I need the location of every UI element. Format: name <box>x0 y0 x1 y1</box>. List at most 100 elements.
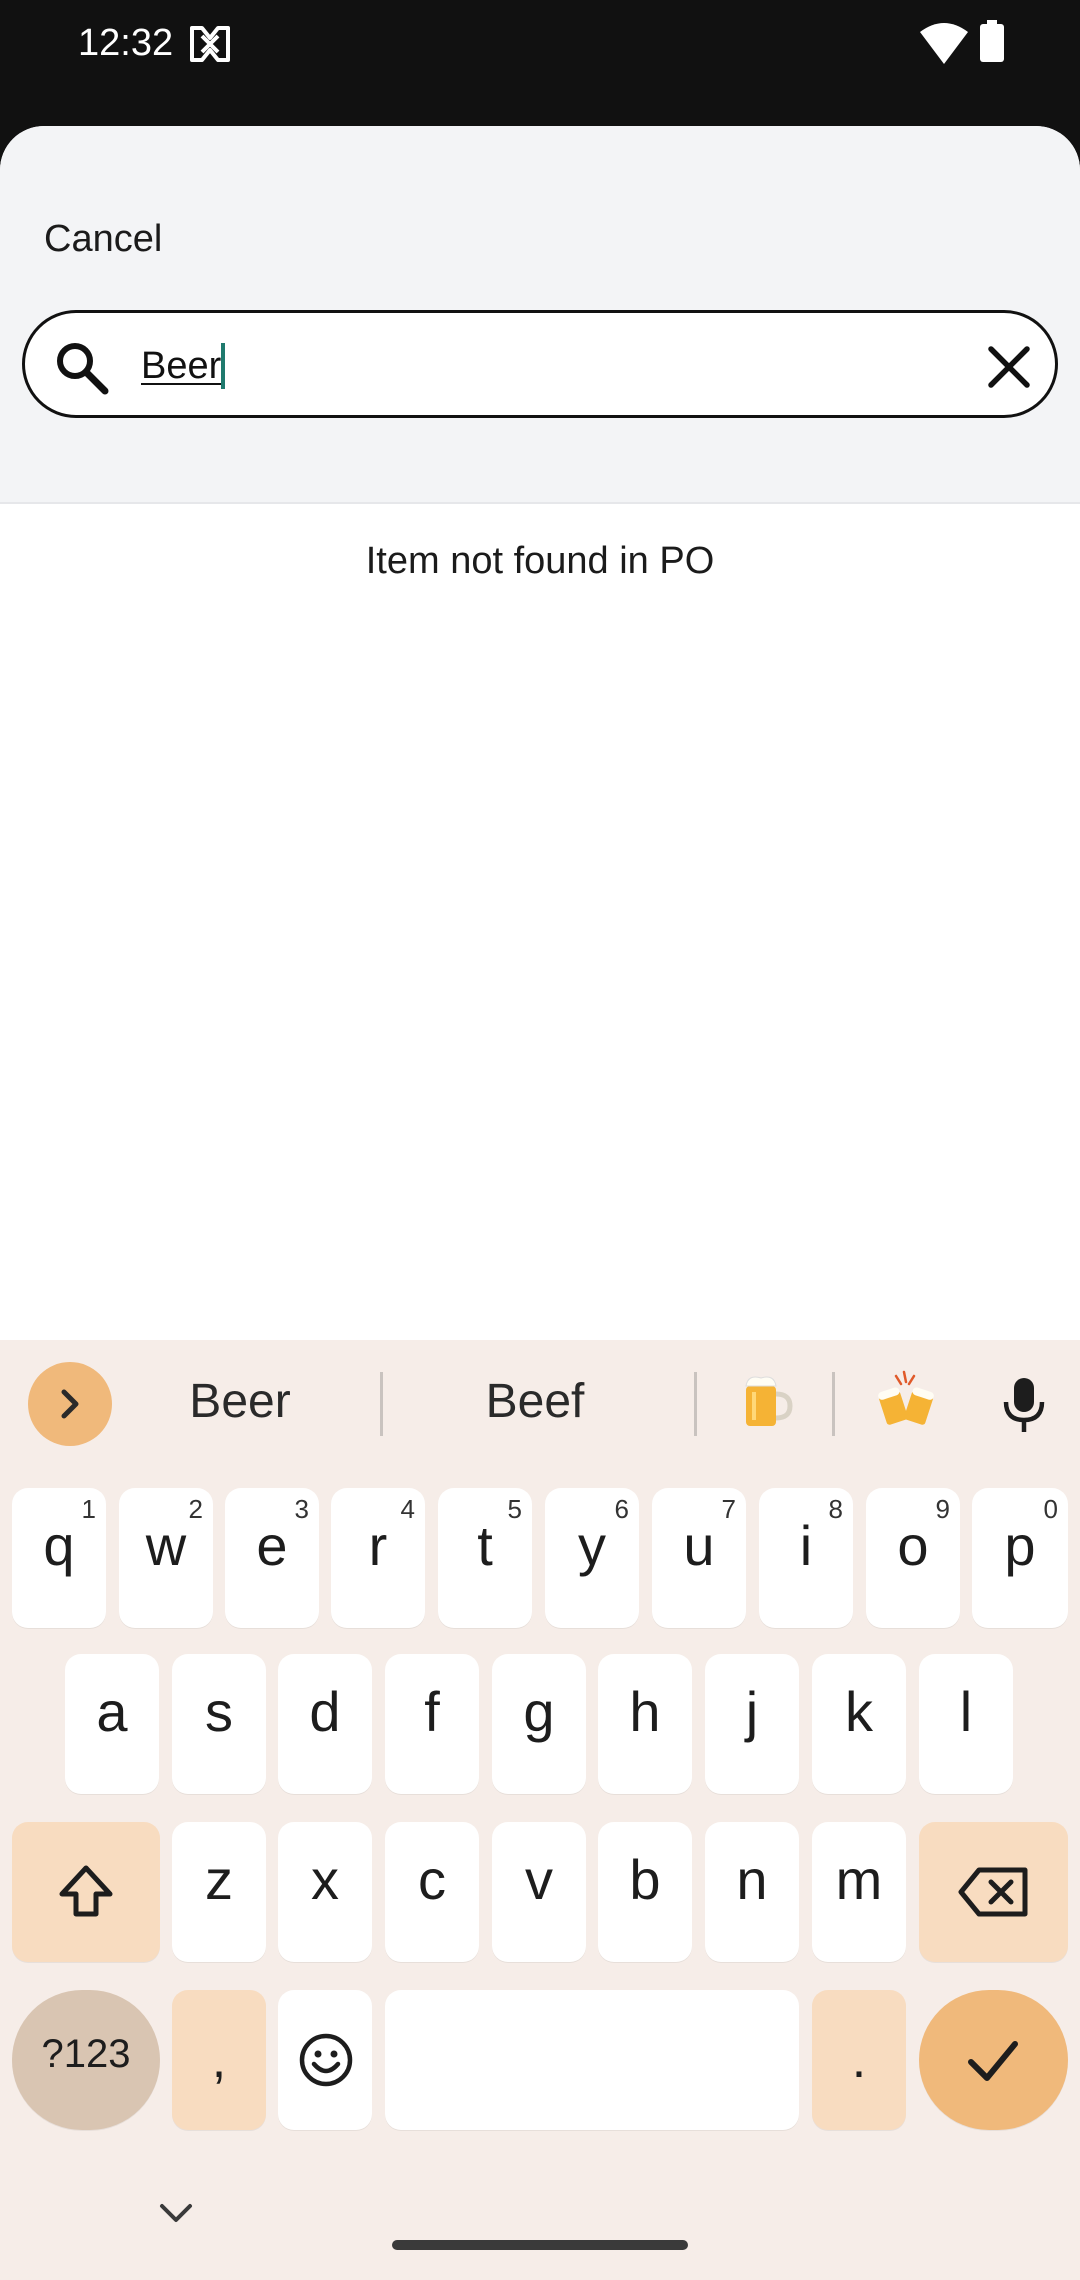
key-label: r <box>368 1514 388 1577</box>
key-s[interactable]: s <box>172 1654 266 1794</box>
key-x[interactable]: x <box>278 1822 372 1962</box>
status-time: 12:32 <box>78 22 174 64</box>
search-icon <box>57 343 109 395</box>
key-y[interactable]: y6 <box>545 1488 639 1628</box>
key-p[interactable]: p0 <box>972 1488 1068 1628</box>
comma-key[interactable]: , <box>172 1990 266 2130</box>
key-label: o <box>897 1514 929 1577</box>
key-r[interactable]: r4 <box>331 1488 425 1628</box>
key-label: a <box>96 1680 128 1743</box>
key-label: c <box>418 1848 446 1911</box>
status-bar: 12:32 <box>0 0 1080 126</box>
clinking-beer-mugs-emoji[interactable] <box>874 1368 938 1432</box>
key-label: d <box>309 1680 341 1743</box>
search-bar[interactable]: Beer <box>22 310 1058 418</box>
search-input[interactable]: Beer <box>141 343 226 389</box>
period-key[interactable]: . <box>812 1990 906 2130</box>
key-o[interactable]: o9 <box>866 1488 960 1628</box>
key-label: y <box>578 1514 606 1577</box>
key-a[interactable]: a <box>65 1654 159 1794</box>
key-z[interactable]: z <box>172 1822 266 1962</box>
key-hint: 0 <box>1043 1494 1058 1524</box>
key-n[interactable]: n <box>705 1822 799 1962</box>
key-label: g <box>523 1680 555 1743</box>
chevron-right-icon <box>61 1389 79 1419</box>
key-e[interactable]: e3 <box>225 1488 319 1628</box>
key-hint: 9 <box>935 1494 950 1524</box>
backspace-key[interactable] <box>919 1822 1068 1962</box>
key-label: v <box>525 1848 553 1911</box>
suggestion-strip: Beer Beef <box>0 1340 1080 1464</box>
key-label: h <box>629 1680 661 1743</box>
key-u[interactable]: u7 <box>652 1488 746 1628</box>
shift-arrow-icon <box>59 1865 113 1917</box>
key-b[interactable]: b <box>598 1822 692 1962</box>
gesture-nav-handle[interactable] <box>392 2240 688 2250</box>
key-v[interactable]: v <box>492 1822 586 1962</box>
hide-keyboard-chevron-icon[interactable] <box>156 2200 196 2226</box>
key-label: b <box>629 1848 661 1911</box>
key-label: u <box>683 1514 715 1577</box>
key-w[interactable]: w2 <box>119 1488 213 1628</box>
beer-mug-emoji[interactable] <box>734 1368 798 1432</box>
key-h[interactable]: h <box>598 1654 692 1794</box>
suggestion-word-2[interactable]: Beef <box>440 1370 630 1434</box>
clear-icon[interactable] <box>981 339 1037 395</box>
done-key[interactable] <box>919 1990 1068 2130</box>
key-j[interactable]: j <box>705 1654 799 1794</box>
key-label: f <box>424 1680 440 1743</box>
emoji-key[interactable] <box>278 1990 372 2130</box>
battery-icon <box>980 20 1004 62</box>
empty-state-message: Item not found in PO <box>365 540 715 582</box>
cancel-button[interactable]: Cancel <box>44 214 162 264</box>
key-hint: 5 <box>507 1494 522 1524</box>
key-m[interactable]: m <box>812 1822 906 1962</box>
key-c[interactable]: c <box>385 1822 479 1962</box>
key-label: m <box>835 1848 883 1911</box>
text-cursor <box>221 343 226 389</box>
checkmark-icon <box>968 2041 1018 2081</box>
key-q[interactable]: q1 <box>12 1488 106 1628</box>
expand-toolbar-button[interactable] <box>28 1362 112 1446</box>
key-hint: 4 <box>400 1494 415 1524</box>
symbols-key[interactable]: ?123 <box>12 1990 160 2130</box>
key-label: l <box>959 1680 973 1743</box>
space-bar[interactable] <box>385 1990 799 2130</box>
key-label: e <box>256 1514 288 1577</box>
key-label: . <box>851 2031 867 2089</box>
sheet-header: Cancel Beer <box>0 126 1080 504</box>
key-g[interactable]: g <box>492 1654 586 1794</box>
key-label: s <box>205 1680 233 1743</box>
shift-key[interactable] <box>12 1822 160 1962</box>
key-label: n <box>736 1848 768 1911</box>
soft-keyboard: Beer Beef q1 w2 e3 r4 t5 y6 u7 i8 o 9 p … <box>0 1340 1080 2280</box>
key-k[interactable]: k <box>812 1654 906 1794</box>
key-hint: 2 <box>188 1494 203 1524</box>
key-hint: 3 <box>294 1494 309 1524</box>
backspace-icon <box>958 1867 1028 1917</box>
key-i[interactable]: i8 <box>759 1488 853 1628</box>
search-sheet: Cancel Beer Item not found in PO <box>0 126 1080 1340</box>
key-label: , <box>211 2031 227 2089</box>
key-label: p <box>1004 1514 1036 1577</box>
key-t[interactable]: t5 <box>438 1488 532 1628</box>
suggestion-divider <box>832 1372 835 1436</box>
key-label: w <box>145 1514 187 1577</box>
microphone-icon[interactable] <box>998 1376 1050 1434</box>
key-label: i <box>799 1514 813 1577</box>
key-label: x <box>311 1848 339 1911</box>
key-label: j <box>745 1680 759 1743</box>
key-f[interactable]: f <box>385 1654 479 1794</box>
key-label: k <box>845 1680 873 1743</box>
key-d[interactable]: d <box>278 1654 372 1794</box>
key-label: z <box>205 1848 233 1911</box>
suggestion-divider <box>694 1372 697 1436</box>
key-hint: 6 <box>614 1494 629 1524</box>
key-label: q <box>43 1514 75 1577</box>
key-hint: 7 <box>721 1494 736 1524</box>
smiley-icon <box>299 2033 353 2087</box>
suggestion-word-1[interactable]: Beer <box>150 1370 330 1434</box>
suggestion-divider <box>380 1372 383 1436</box>
key-l[interactable]: l <box>919 1654 1013 1794</box>
app-notification-icon <box>190 26 230 62</box>
